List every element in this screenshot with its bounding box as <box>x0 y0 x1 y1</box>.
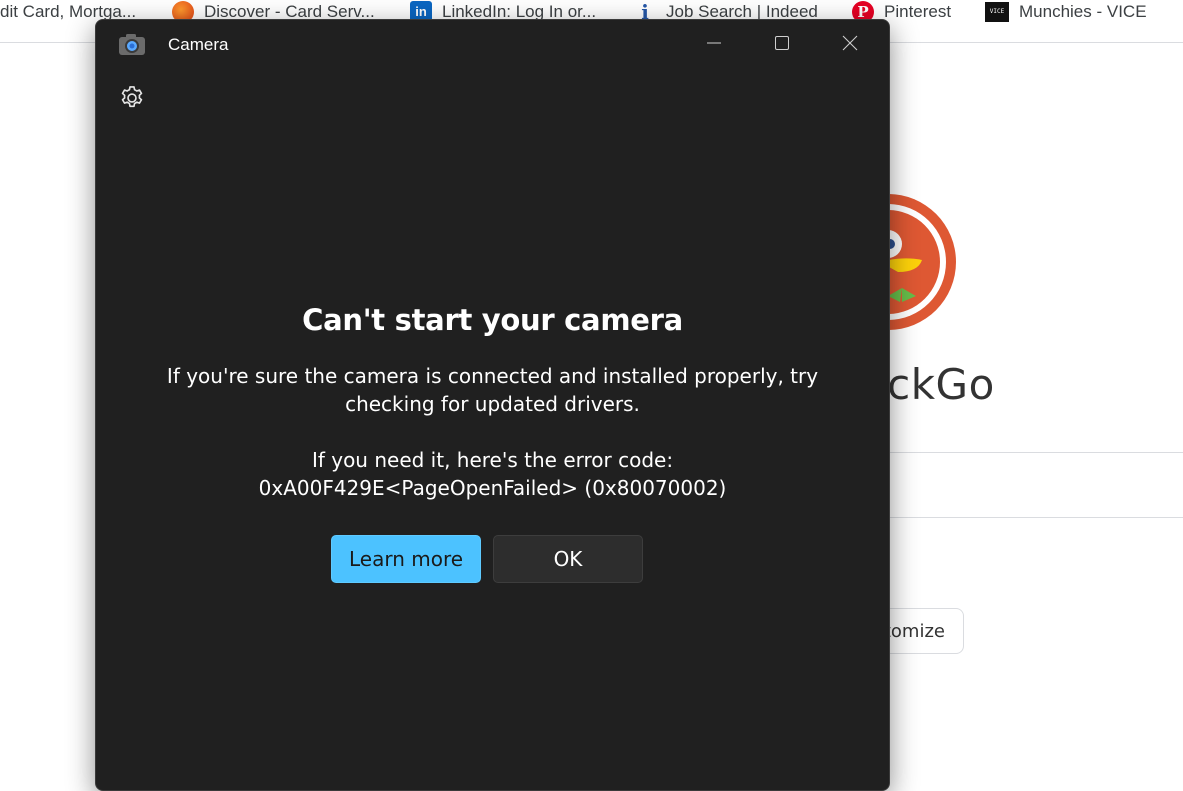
title-bar[interactable]: Camera <box>96 20 889 68</box>
vice-icon: VICE <box>985 2 1009 22</box>
ok-button[interactable]: OK <box>493 535 643 583</box>
settings-button[interactable] <box>118 84 146 112</box>
close-button[interactable] <box>816 20 884 66</box>
error-message-line: If you're sure the camera is connected a… <box>166 364 819 388</box>
error-code: 0xA00F429E<PageOpenFailed> (0x80070002) <box>258 476 727 500</box>
camera-window: Camera Can't start your camera If you're… <box>95 19 890 791</box>
gear-icon <box>121 86 143 108</box>
bookmark-label: Pinterest <box>884 2 952 21</box>
maximize-button[interactable] <box>748 20 816 66</box>
search-input[interactable] <box>850 452 1183 518</box>
error-message-line: checking for updated drivers. <box>345 392 640 416</box>
bookmark-vice[interactable]: VICE Munchies - VICE <box>985 0 1147 24</box>
minimize-icon <box>707 42 721 44</box>
learn-more-button[interactable]: Learn more <box>331 535 481 583</box>
close-icon <box>842 35 858 51</box>
error-message: If you're sure the camera is connected a… <box>156 362 829 418</box>
camera-app-icon <box>119 34 145 55</box>
minimize-button[interactable] <box>680 20 748 66</box>
error-code-intro: If you need it, here's the error code: <box>311 448 674 472</box>
window-title: Camera <box>168 35 229 54</box>
error-heading: Can't start your camera <box>302 303 683 337</box>
error-code-block: If you need it, here's the error code: 0… <box>156 446 829 502</box>
bookmark-label: Munchies - VICE <box>1019 2 1147 21</box>
maximize-icon <box>775 36 789 50</box>
